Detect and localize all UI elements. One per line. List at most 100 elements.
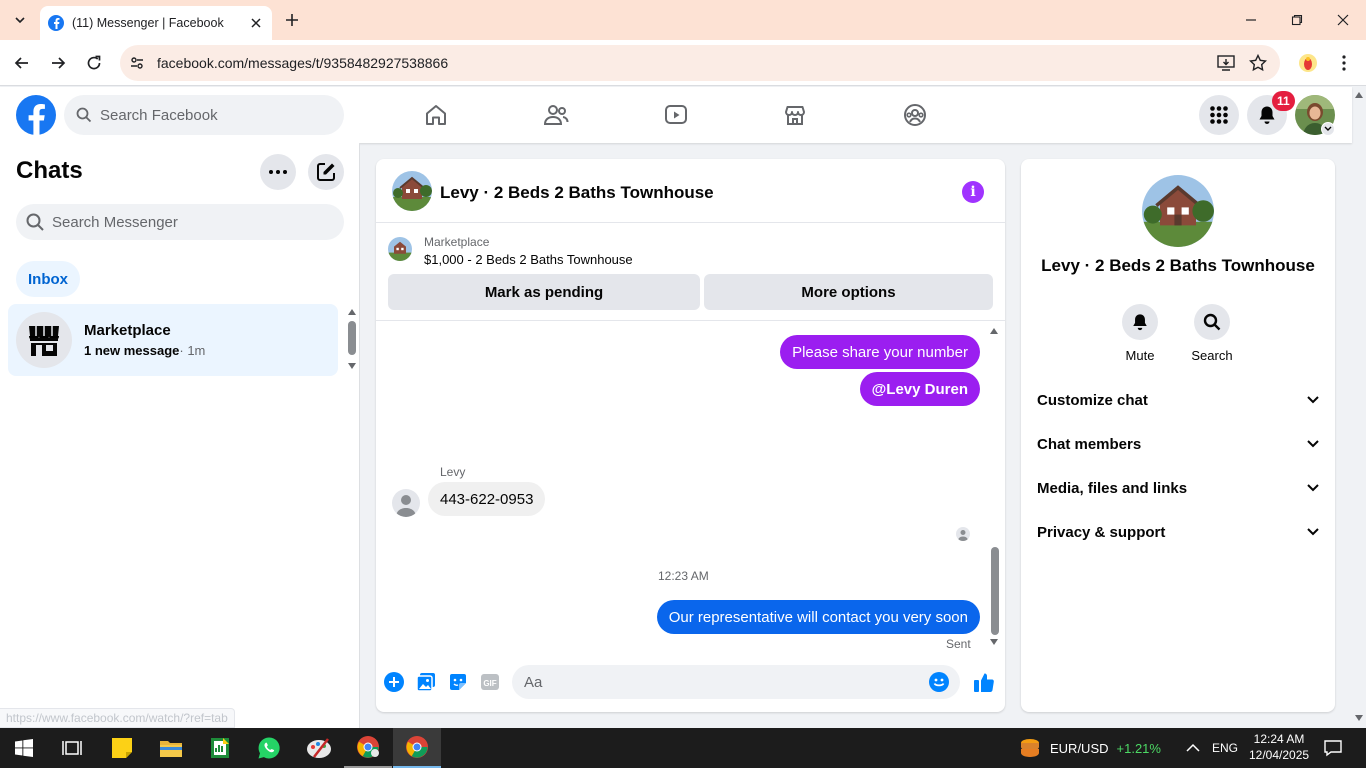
tab-search-button[interactable] xyxy=(8,8,32,32)
nav-watch[interactable] xyxy=(656,99,696,131)
sticker-button[interactable] xyxy=(447,671,469,693)
mute-button[interactable]: Mute xyxy=(1110,304,1170,363)
tab-close-button[interactable] xyxy=(246,13,266,33)
whatsapp-app[interactable] xyxy=(245,728,293,768)
paint-app[interactable] xyxy=(295,728,343,768)
restore-button[interactable] xyxy=(1274,0,1320,40)
message-timestamp: 12:23 AM xyxy=(658,569,709,583)
install-icon xyxy=(1217,55,1235,71)
nav-marketplace[interactable] xyxy=(775,99,815,131)
emoji-button[interactable] xyxy=(928,671,950,693)
windows-logo-icon xyxy=(15,739,33,757)
stock-ticker-widget[interactable]: EUR/USD +1.21% xyxy=(1018,728,1161,768)
gif-button[interactable]: GIF xyxy=(479,671,501,693)
listing-thumbnail xyxy=(388,237,412,261)
facebook-search-box[interactable]: Search Facebook xyxy=(64,95,344,135)
more-actions-button[interactable] xyxy=(383,671,405,693)
search-in-conversation-button[interactable]: Search xyxy=(1182,304,1242,363)
section-privacy-support[interactable]: Privacy & support xyxy=(1037,510,1319,554)
page-scroll-up-button[interactable] xyxy=(1354,90,1364,100)
system-clock[interactable]: 12:24 AM 12/04/2025 xyxy=(1249,731,1309,763)
extension-button[interactable] xyxy=(1294,49,1322,77)
messages-scrollbar-thumb[interactable] xyxy=(991,547,999,635)
site-settings-icon[interactable] xyxy=(128,54,146,72)
chrome-app[interactable] xyxy=(344,728,392,768)
extension-icon xyxy=(1299,54,1317,72)
search-circle xyxy=(1194,304,1230,340)
chatlist-scrollbar-thumb[interactable] xyxy=(348,321,356,355)
file-explorer-app[interactable] xyxy=(147,728,195,768)
forward-button[interactable] xyxy=(44,49,72,77)
section-chat-members[interactable]: Chat members xyxy=(1037,422,1319,466)
messenger-search-placeholder: Search Messenger xyxy=(52,213,178,231)
menu-button[interactable] xyxy=(1199,95,1239,135)
attach-media-button[interactable] xyxy=(415,671,437,693)
minimize-icon xyxy=(1246,19,1256,21)
more-options-button[interactable]: More options xyxy=(704,274,993,310)
chevron-down-icon xyxy=(15,17,25,24)
browser-menu-button[interactable] xyxy=(1330,49,1358,77)
new-tab-button[interactable] xyxy=(280,8,304,32)
task-view-button[interactable] xyxy=(48,728,96,768)
messenger-search-box[interactable]: Search Messenger xyxy=(16,204,344,240)
arrow-left-icon xyxy=(14,57,28,69)
spreadsheet-app[interactable] xyxy=(196,728,244,768)
section-customize-chat[interactable]: Customize chat xyxy=(1037,378,1319,422)
chatlist-scroll-down[interactable] xyxy=(347,361,357,371)
compose-icon xyxy=(317,163,335,181)
like-button[interactable] xyxy=(972,670,996,694)
chrome-icon xyxy=(357,736,379,758)
bookmark-button[interactable] xyxy=(1248,53,1268,73)
conversation-info-button[interactable]: i xyxy=(962,181,984,203)
back-button[interactable] xyxy=(8,49,36,77)
message-bubble-outgoing: Please share your number xyxy=(780,335,980,369)
language-indicator[interactable]: ENG xyxy=(1212,728,1238,768)
chrome-app-active[interactable] xyxy=(393,728,441,768)
nav-friends[interactable] xyxy=(536,99,576,131)
triangle-up-icon xyxy=(1355,92,1363,98)
triangle-up-icon xyxy=(990,328,998,334)
marketplace-label: Marketplace xyxy=(424,235,490,249)
browser-tab-messenger[interactable]: (11) Messenger | Facebook xyxy=(40,6,272,40)
link-status-bar: https://www.facebook.com/watch/?ref=tab xyxy=(0,708,235,728)
message-composer[interactable] xyxy=(512,665,960,699)
install-app-button[interactable] xyxy=(1216,53,1236,73)
sticky-notes-app[interactable] xyxy=(98,728,146,768)
messages-scroll-up[interactable] xyxy=(989,326,999,336)
arrow-right-icon xyxy=(52,57,66,69)
chatlist-scroll-up[interactable] xyxy=(347,307,357,317)
account-chevron-icon[interactable] xyxy=(1321,122,1335,136)
message-input[interactable] xyxy=(524,673,904,691)
messages-scroll-down[interactable] xyxy=(989,637,999,647)
section-media-files-links[interactable]: Media, files and links xyxy=(1037,466,1319,510)
mark-as-pending-button[interactable]: Mark as pending xyxy=(388,274,700,310)
new-message-button[interactable] xyxy=(308,154,344,190)
facebook-search-placeholder: Search Facebook xyxy=(100,106,218,124)
listing-title: $1,000 - 2 Beds 2 Baths Townhouse xyxy=(424,252,633,267)
facebook-logo-icon[interactable] xyxy=(16,95,56,135)
reload-button[interactable] xyxy=(80,49,108,77)
inbox-filter-tab[interactable]: Inbox xyxy=(16,261,80,297)
show-hidden-icons-button[interactable] xyxy=(1186,728,1200,768)
info-avatar[interactable] xyxy=(1142,175,1214,247)
chats-sidebar: Chats Search Messenger Inbox Marketplace… xyxy=(0,143,360,728)
url-text: facebook.com/messages/t/9358482927538866 xyxy=(157,55,449,71)
start-button[interactable] xyxy=(0,728,48,768)
sender-name: Levy xyxy=(440,465,466,479)
page-scroll-down-button[interactable] xyxy=(1354,713,1364,723)
notification-center-icon xyxy=(1324,740,1342,757)
nav-groups[interactable] xyxy=(895,99,935,131)
action-center-button[interactable] xyxy=(1324,728,1342,768)
facebook-favicon-icon xyxy=(48,15,64,31)
whatsapp-icon xyxy=(258,737,280,759)
nav-home[interactable] xyxy=(416,99,456,131)
minimize-button[interactable] xyxy=(1228,0,1274,40)
close-window-button[interactable] xyxy=(1320,0,1366,40)
chat-list-item[interactable]: Marketplace 1 new message· 1m xyxy=(8,304,338,376)
contact-avatar[interactable] xyxy=(392,489,420,517)
address-bar[interactable]: facebook.com/messages/t/9358482927538866 xyxy=(120,45,1280,81)
conversation-avatar[interactable] xyxy=(392,171,432,211)
chat-options-button[interactable] xyxy=(260,154,296,190)
conversation-title[interactable]: Levy · 2 Beds 2 Baths Townhouse xyxy=(440,183,714,203)
sticker-icon xyxy=(450,674,466,690)
